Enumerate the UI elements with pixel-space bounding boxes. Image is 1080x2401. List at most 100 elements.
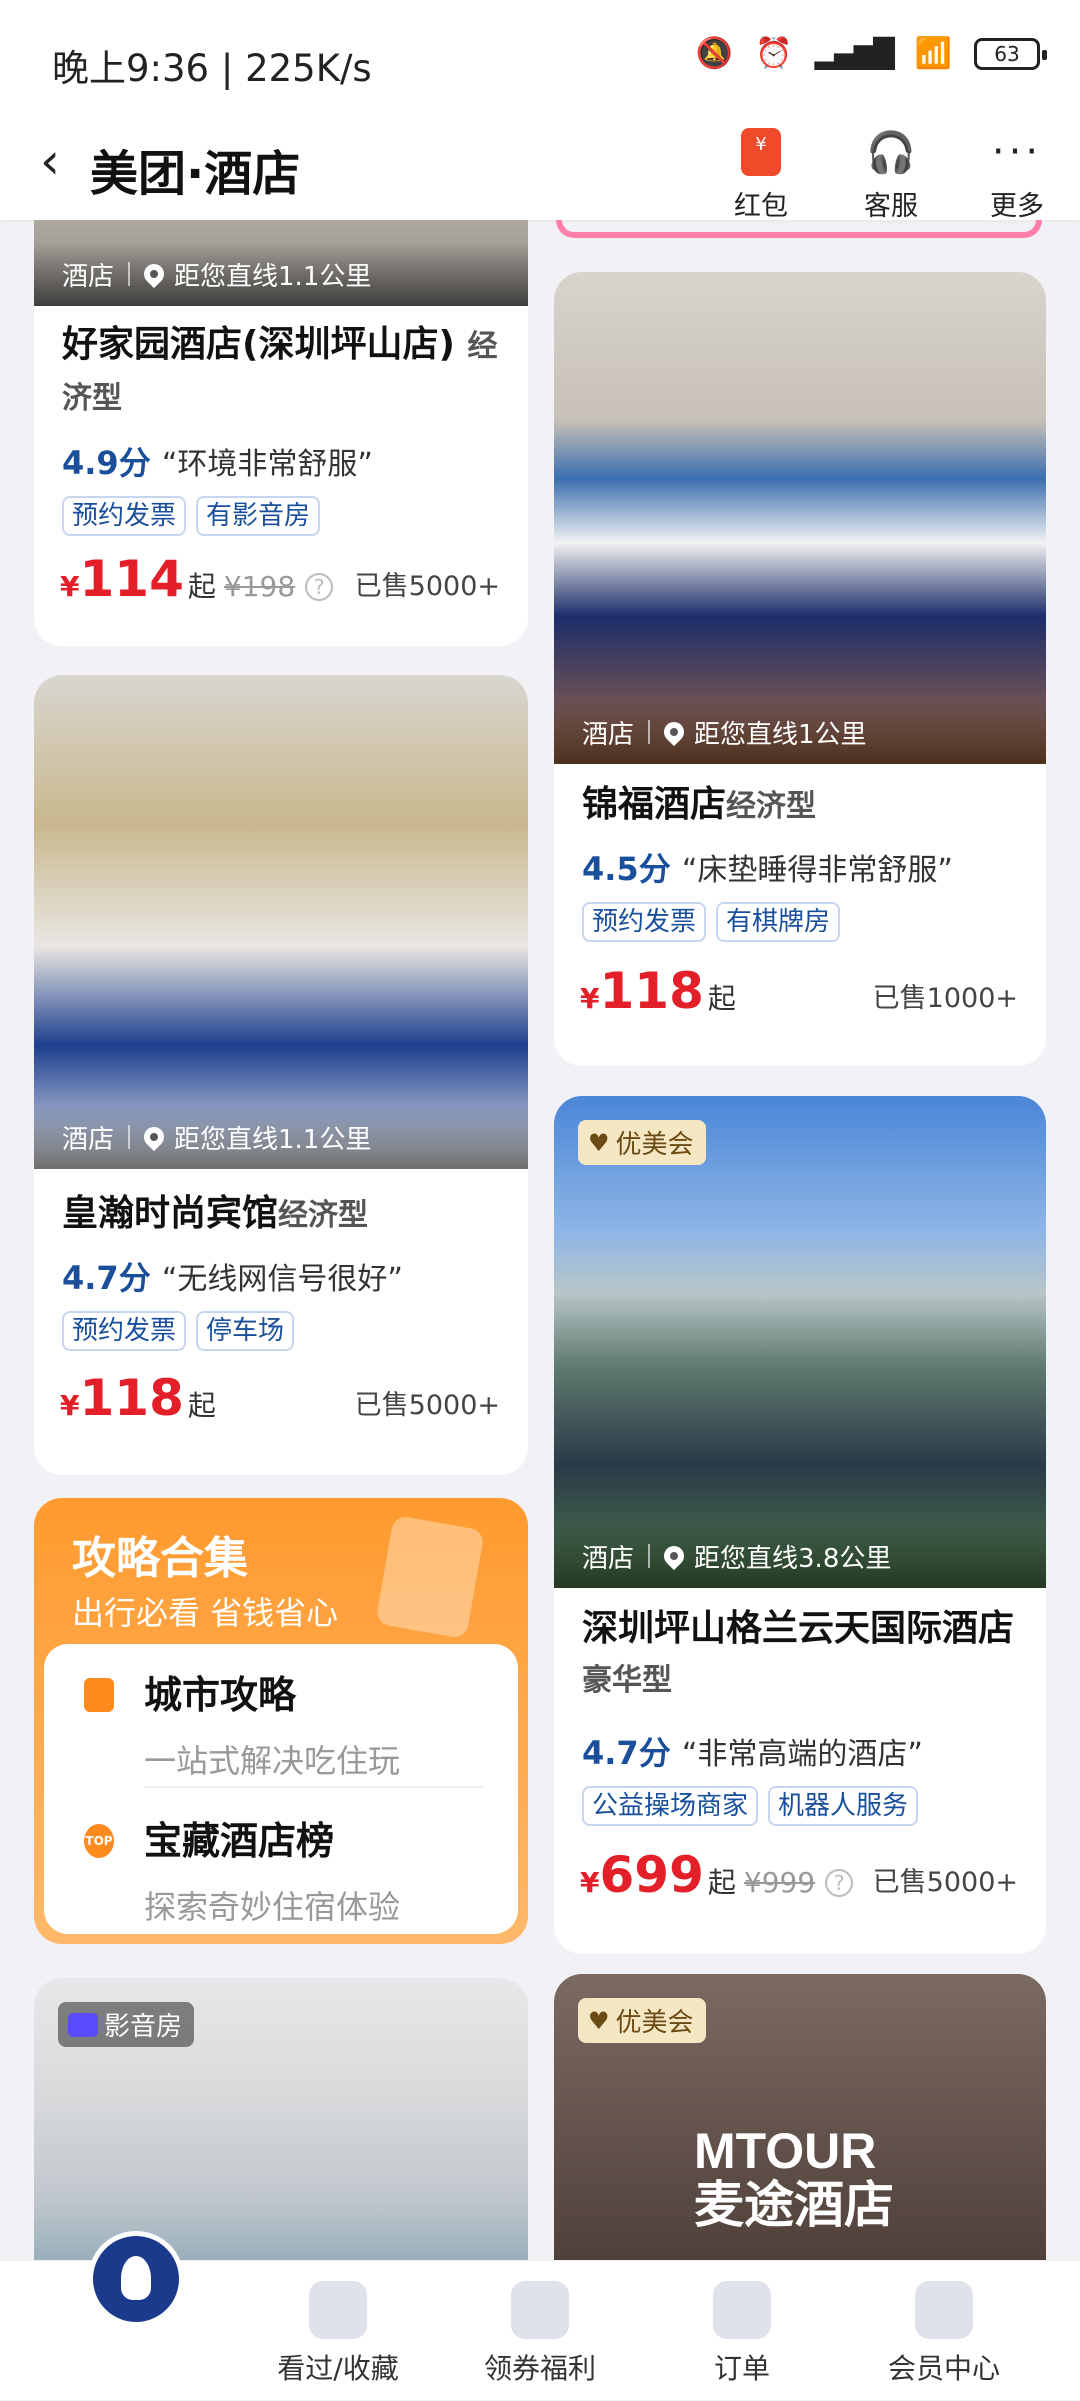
hotel-score: 4.7分 “非常高端的酒店” — [582, 1728, 923, 1774]
back-chevron-icon[interactable]: ‹ — [40, 132, 60, 190]
wifi-icon: 📶 — [914, 36, 952, 71]
hotel-tags: 公益操场商家 机器人服务 — [582, 1786, 919, 1826]
guide-item-desc: 一站式解决吃住玩 — [144, 1742, 401, 1780]
tab-label: 领券福利 — [483, 2352, 596, 2385]
headset-icon: 🎧 — [866, 129, 916, 176]
hotel-name-text: 深圳坪山格兰云天国际酒店 — [582, 1608, 1015, 1649]
youmeihui-badge: ♥ 优美会 — [578, 1120, 706, 1165]
hotel-type: 酒店 — [62, 1124, 115, 1155]
tab-member-center[interactable]: 会员中心 — [844, 2261, 1044, 2401]
hotel-feed[interactable]: 酒店 距您直线1.1公里 好家园酒店(深圳坪山店) 经济型 4.9分 “环境非常舒… — [0, 220, 1080, 2260]
battery-icon: 63 — [974, 37, 1047, 70]
question-icon[interactable]: ? — [305, 573, 334, 601]
hotel-meta-bar: 酒店 距您直线1公里 — [554, 700, 1046, 764]
hotel-name-text: 皇瀚时尚宾馆 — [62, 1193, 279, 1234]
hotel-level: 经济型 — [726, 789, 817, 824]
guide-collection-card[interactable]: 攻略合集 出行必看 省钱省心 城市攻略 一站式解决吃住玩 TOP 宝藏酒店榜 探… — [34, 1498, 528, 1944]
sold-count: 已售5000+ — [354, 571, 500, 602]
battery-level: 63 — [994, 41, 1020, 66]
hotel-price: ¥699 起 ¥999? — [580, 1846, 854, 1904]
guide-subtitle: 出行必看 省钱省心 — [72, 1594, 339, 1632]
av-room-badge: 影音房 — [58, 2002, 195, 2047]
original-price: ¥198 — [223, 570, 296, 603]
question-icon[interactable]: ? — [825, 1869, 854, 1897]
tag-chip: 预约发票 — [62, 496, 187, 536]
bookmark-icon — [84, 1678, 114, 1712]
customer-service-button[interactable]: 🎧 客服 — [836, 124, 946, 223]
tag-chip: 公益操场商家 — [582, 1786, 759, 1826]
badge-label: 优美会 — [615, 1130, 694, 1160]
hotel-name-text: 好家园酒店(深圳坪山店) — [62, 324, 455, 365]
hotel-tags: 预约发票 停车场 — [62, 1311, 295, 1351]
guide-item-desc: 探索奇妙住宿体验 — [144, 1888, 401, 1926]
location-pin-icon — [139, 259, 169, 289]
guide-list: 城市攻略 一站式解决吃住玩 TOP 宝藏酒店榜 探索奇妙住宿体验 — [44, 1644, 518, 1934]
tab-label: 订单 — [713, 2352, 770, 2385]
tag-chip: 预约发票 — [582, 902, 707, 942]
tab-coupons[interactable]: 领券福利 — [440, 2261, 640, 2401]
hotel-distance: 距您直线1公里 — [694, 719, 867, 750]
mtour-sign: MTOUR 麦途酒店 — [694, 2124, 894, 2232]
red-packet-label: 红包 — [734, 191, 788, 222]
hotel-price: ¥118 起 — [60, 1369, 216, 1427]
order-icon — [713, 2281, 771, 2339]
home-rocket-icon[interactable] — [88, 2231, 184, 2327]
score-value: 4.9分 — [62, 444, 151, 482]
currency: ¥ — [580, 982, 600, 1015]
hotel-type: 酒店 — [582, 719, 635, 750]
hotel-card-jinfu[interactable]: 酒店 距您直线1公里 锦福酒店经济型 4.5分 “床垫睡得非常舒服” 预约发票 有… — [554, 272, 1046, 1066]
more-label: 更多 — [990, 191, 1044, 222]
price-value: 118 — [599, 962, 704, 1020]
mute-icon: 🔕 — [695, 36, 734, 71]
price-value: 699 — [599, 1846, 704, 1904]
hotel-card-huanghan[interactable]: 酒店 距您直线1.1公里 皇瀚时尚宾馆经济型 4.7分 “无线网信号很好” 预约发… — [34, 675, 528, 1475]
video-icon — [68, 2012, 98, 2037]
mtour-sign-chinese: 麦途酒店 — [694, 2176, 894, 2234]
score-value: 4.7分 — [62, 1259, 151, 1297]
hotel-distance: 距您直线1.1公里 — [174, 261, 372, 292]
tag-chip: 停车场 — [196, 1311, 295, 1351]
tab-history-favorites[interactable]: 看过/收藏 — [238, 2261, 438, 2401]
bottom-tab-bar: 看过/收藏 领券福利 订单 会员中心 — [0, 2231, 1080, 2401]
hotel-meta-bar: 酒店 距您直线3.8公里 — [554, 1524, 1046, 1588]
top-badge-icon: TOP — [84, 1824, 114, 1858]
hotel-name: 锦福酒店经济型 — [582, 780, 816, 832]
hotel-price: ¥114 起 ¥198? — [60, 550, 334, 608]
hotel-distance: 距您直线1.1公里 — [174, 1124, 372, 1155]
tag-chip: 有棋牌房 — [716, 902, 841, 942]
hotel-meta-bar: 酒店 距您直线1.1公里 — [34, 242, 528, 306]
review-snippet: “非常高端的酒店” — [681, 1737, 923, 1772]
score-value: 4.5分 — [582, 850, 671, 888]
hotel-score: 4.9分 “环境非常舒服” — [62, 438, 373, 484]
top-nav: ‹ 美团·酒店 ¥ 红包 🎧 客服 ··· 更多 — [0, 110, 1080, 223]
currency: ¥ — [60, 570, 80, 603]
hotel-card-mtour[interactable]: ♥ 优美会 MTOUR 麦途酒店 — [554, 1974, 1046, 2260]
page-title: 美团·酒店 — [90, 146, 301, 202]
tab-label: 看过/收藏 — [277, 2352, 399, 2385]
hotel-card-av-room[interactable]: 影音房 — [34, 1978, 528, 2260]
hotel-card-grand-skylight[interactable]: ♥ 优美会 酒店 距您直线3.8公里 深圳坪山格兰云天国际酒店 豪华型 4.7分 “… — [554, 1096, 1046, 1954]
badge-label: 影音房 — [104, 2012, 183, 2042]
red-packet-button[interactable]: ¥ 红包 — [706, 124, 816, 223]
currency: ¥ — [60, 1389, 80, 1422]
more-button[interactable]: ··· 更多 — [962, 124, 1072, 223]
review-snippet: “环境非常舒服” — [161, 447, 373, 482]
hotel-photo: 酒店 距您直线1.1公里 — [34, 675, 528, 1169]
divider — [144, 1786, 484, 1788]
hotel-photo: 酒店 距您直线1.1公里 — [34, 220, 528, 306]
location-pin-icon — [139, 1122, 169, 1152]
book-decoration-icon — [375, 1514, 485, 1640]
hotel-tags: 预约发票 有棋牌房 — [582, 902, 841, 942]
guide-item-name: 宝藏酒店榜 — [144, 1819, 335, 1863]
hotel-name-text: 锦福酒店 — [582, 784, 727, 825]
price-suffix: 起 — [707, 982, 736, 1015]
youmeihui-badge: ♥ 优美会 — [578, 1998, 706, 2043]
tab-orders[interactable]: 订单 — [642, 2261, 842, 2401]
hotel-card-haojiayuan[interactable]: 酒店 距您直线1.1公里 好家园酒店(深圳坪山店) 经济型 4.9分 “环境非常舒… — [34, 220, 528, 646]
hotel-name: 深圳坪山格兰云天国际酒店 豪华型 — [582, 1604, 1022, 1706]
location-pin-icon — [659, 717, 689, 747]
review-snippet: “床垫睡得非常舒服” — [681, 853, 953, 888]
hotel-name: 皇瀚时尚宾馆经济型 — [62, 1189, 368, 1241]
price-suffix: 起 — [187, 1389, 216, 1422]
heart-icon: ♥ — [588, 1128, 610, 1157]
